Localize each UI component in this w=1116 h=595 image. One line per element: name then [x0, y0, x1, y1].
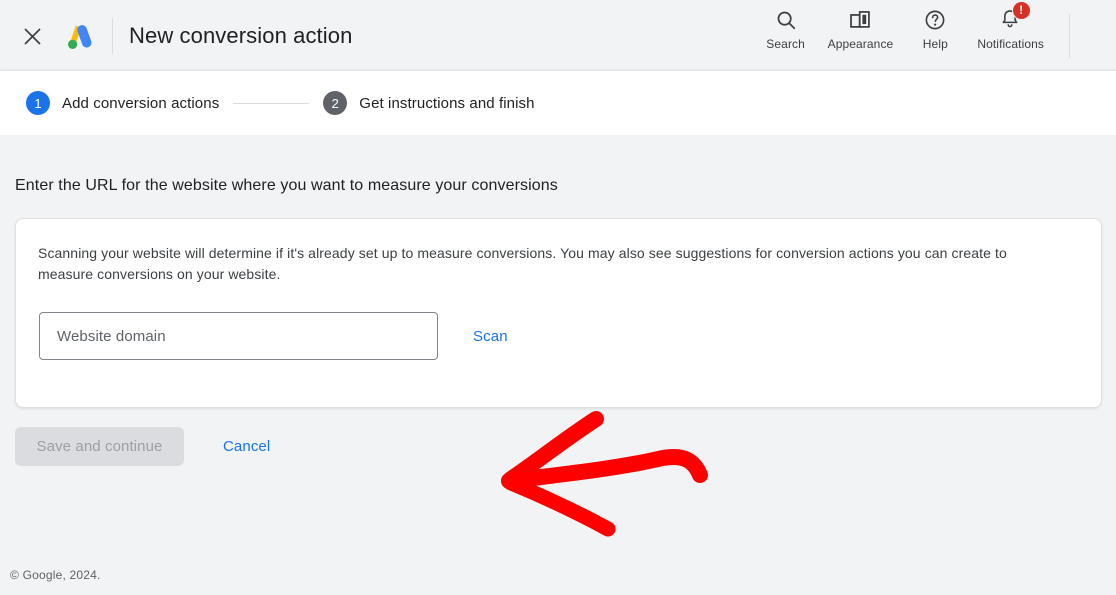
- header-right-divider: [1069, 14, 1070, 58]
- notifications-label: Notifications: [977, 37, 1044, 51]
- step-2-number: 2: [323, 91, 348, 115]
- arrow-tip: [501, 470, 530, 490]
- page-title: New conversion action: [129, 23, 353, 48]
- step-1-add-conversion-actions[interactable]: 1 Add conversion actions: [26, 91, 219, 115]
- scan-button[interactable]: Scan: [473, 328, 508, 345]
- close-button[interactable]: [17, 21, 48, 52]
- wizard-stepper: 1 Add conversion actions 2 Get instructi…: [0, 71, 1116, 135]
- notifications-button[interactable]: ! Notifications: [967, 1, 1054, 51]
- google-ads-logo-icon: [68, 25, 92, 49]
- step-1-number: 1: [26, 91, 50, 115]
- header-actions: Search Appearance Help ! Notifications: [754, 1, 1054, 51]
- search-icon: [775, 8, 797, 32]
- cancel-button[interactable]: Cancel: [217, 430, 276, 463]
- app-header: New conversion action Search Appearance …: [0, 0, 1116, 71]
- help-icon: [924, 8, 946, 32]
- section-heading: Enter the URL for the website where you …: [15, 177, 558, 194]
- step-connector: [233, 102, 310, 104]
- close-icon: [24, 28, 41, 45]
- notifications-icon-wrap: !: [999, 1, 1031, 32]
- notification-badge-text: !: [1019, 3, 1024, 17]
- red-arrow-annotation: [501, 411, 708, 537]
- main-content: Enter the URL for the website where you …: [0, 135, 1116, 560]
- notification-badge: !: [1011, 1, 1031, 20]
- appearance-button[interactable]: Appearance: [818, 8, 904, 51]
- save-and-continue-button[interactable]: Save and continue: [15, 427, 184, 466]
- step-1-label: Add conversion actions: [62, 94, 220, 112]
- form-actions: Save and continue Cancel: [15, 427, 276, 466]
- header-divider: [112, 18, 113, 54]
- search-button[interactable]: Search: [754, 8, 818, 51]
- conversion-action-wizard: New conversion action Search Appearance …: [0, 0, 1116, 595]
- step-2-label: Get instructions and finish: [359, 94, 535, 112]
- help-button[interactable]: Help: [903, 8, 967, 51]
- google-ads-logo[interactable]: [61, 19, 97, 55]
- website-domain-input[interactable]: [39, 312, 438, 360]
- card-description: Scanning your website will determine if …: [38, 245, 1007, 282]
- website-scan-card: Scanning your website will determine if …: [15, 218, 1102, 408]
- appearance-label: Appearance: [827, 37, 894, 51]
- appearance-icon: [849, 8, 871, 32]
- help-label: Help: [922, 37, 948, 51]
- domain-field-row: Scan: [39, 312, 508, 360]
- page-footer: © Google, 2024.: [0, 560, 1116, 595]
- step-2-get-instructions-and-finish[interactable]: 2 Get instructions and finish: [323, 91, 534, 115]
- search-label: Search: [766, 37, 805, 51]
- copyright-text: © Google, 2024.: [10, 568, 101, 582]
